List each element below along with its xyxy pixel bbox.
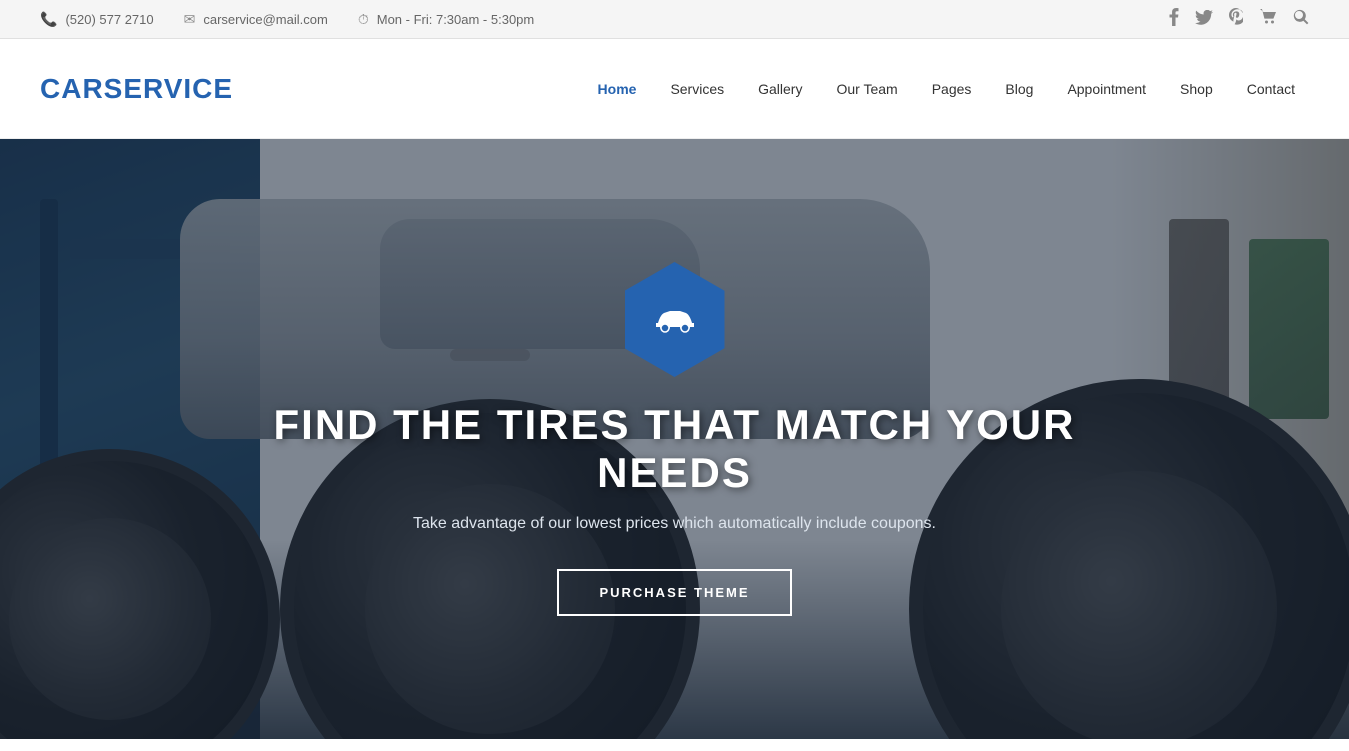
nav-appointment[interactable]: Appointment xyxy=(1053,73,1160,105)
hex-icon-container xyxy=(625,262,725,377)
pinterest-link[interactable] xyxy=(1229,8,1243,30)
email-item: ✉ carservice@mail.com xyxy=(184,11,328,28)
phone-item: 📞 (520) 577 2710 xyxy=(40,11,154,28)
hero-content: FIND THE TIRES THAT MATCH YOUR NEEDS Tak… xyxy=(185,262,1165,616)
twitter-link[interactable] xyxy=(1195,10,1213,29)
logo[interactable]: CARSERVICE xyxy=(40,73,233,105)
cart-link[interactable] xyxy=(1259,9,1277,29)
header: CARSERVICE Home Services Gallery Our Tea… xyxy=(0,39,1349,139)
hero-section: FIND THE TIRES THAT MATCH YOUR NEEDS Tak… xyxy=(0,139,1349,739)
car-icon xyxy=(650,305,700,335)
clock-icon: ⏱ xyxy=(358,11,369,28)
nav-blog[interactable]: Blog xyxy=(991,73,1047,105)
hex-shape xyxy=(625,262,725,377)
email-address: carservice@mail.com xyxy=(203,12,327,27)
top-bar: 📞 (520) 577 2710 ✉ carservice@mail.com ⏱… xyxy=(0,0,1349,39)
hero-title: FIND THE TIRES THAT MATCH YOUR NEEDS xyxy=(225,401,1125,497)
top-bar-right xyxy=(1169,8,1309,30)
nav-services[interactable]: Services xyxy=(656,73,738,105)
nav-shop[interactable]: Shop xyxy=(1166,73,1227,105)
nav-our-team[interactable]: Our Team xyxy=(822,73,911,105)
business-hours: Mon - Fri: 7:30am - 5:30pm xyxy=(377,12,535,27)
phone-icon: 📞 xyxy=(40,11,57,28)
nav-pages[interactable]: Pages xyxy=(918,73,986,105)
purchase-theme-button[interactable]: PURCHASE THEME xyxy=(557,569,791,616)
nav-home[interactable]: Home xyxy=(584,73,651,105)
email-icon: ✉ xyxy=(184,11,196,28)
top-bar-left: 📞 (520) 577 2710 ✉ carservice@mail.com ⏱… xyxy=(40,11,534,28)
hours-item: ⏱ Mon - Fri: 7:30am - 5:30pm xyxy=(358,11,534,28)
nav-gallery[interactable]: Gallery xyxy=(744,73,816,105)
nav-contact[interactable]: Contact xyxy=(1233,73,1309,105)
facebook-link[interactable] xyxy=(1169,8,1179,30)
search-link[interactable] xyxy=(1293,9,1309,29)
phone-number: (520) 577 2710 xyxy=(65,12,153,27)
main-nav: Home Services Gallery Our Team Pages Blo… xyxy=(584,73,1309,105)
hero-subtitle: Take advantage of our lowest prices whic… xyxy=(413,515,936,533)
